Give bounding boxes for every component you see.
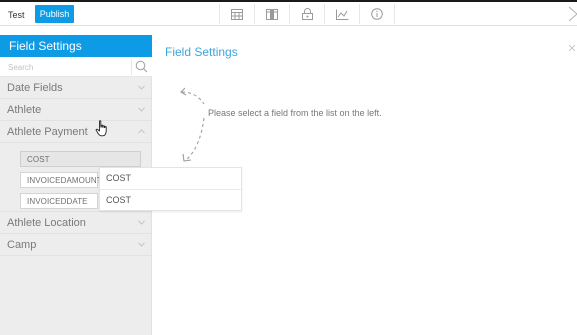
popup-item-cost-2[interactable]: COST <box>100 190 241 211</box>
toolbar-divider <box>394 4 395 24</box>
column-icon[interactable] <box>262 4 282 24</box>
toolbar-divider <box>219 4 220 24</box>
field-chip-label: INVOICEDDATE <box>27 197 88 206</box>
field-chip-invoicedamount[interactable]: INVOICEDAMOUNT <box>20 172 102 188</box>
toolbar-divider <box>324 4 325 24</box>
chevron-down-icon <box>138 242 145 247</box>
chart-icon[interactable] <box>332 4 352 24</box>
field-chip-cost[interactable]: COST <box>20 151 141 167</box>
search-input[interactable] <box>8 60 128 74</box>
toolbar-divider <box>359 4 360 24</box>
chevron-right-icon[interactable] <box>567 5 577 23</box>
lock-icon[interactable] <box>297 4 317 24</box>
field-chip-invoiceddate[interactable]: INVOICEDDATE <box>20 193 98 209</box>
curved-arrow-icon <box>180 87 205 162</box>
sidebar-title: Field Settings <box>0 35 152 57</box>
app-window: Test Publish Field Settings Search Date … <box>0 0 577 335</box>
table-icon[interactable] <box>227 4 247 24</box>
category-athlete-location[interactable]: Athlete Location <box>0 212 151 234</box>
field-dropdown-popup: COST COST <box>99 167 242 211</box>
category-athlete[interactable]: Athlete <box>0 99 151 121</box>
toolbar-icon-group <box>219 4 402 24</box>
toolbar-divider <box>254 4 255 24</box>
info-icon[interactable] <box>367 4 387 24</box>
chevron-down-icon <box>138 85 145 90</box>
chevron-up-icon <box>138 129 145 134</box>
field-chip-label: INVOICEDAMOUNT <box>27 176 102 185</box>
category-label: Athlete <box>7 104 42 116</box>
close-icon[interactable] <box>567 43 577 53</box>
category-label: Date Fields <box>7 82 63 94</box>
tab-publish[interactable]: Publish <box>35 5 74 23</box>
field-chip-label: COST <box>27 155 50 164</box>
popup-item-cost[interactable]: COST <box>100 168 241 189</box>
category-date-fields[interactable]: Date Fields <box>0 77 151 99</box>
chevron-down-icon <box>138 220 145 225</box>
search-icon[interactable] <box>135 60 148 73</box>
search-bar <box>0 57 152 77</box>
category-label: Athlete Payment <box>7 126 88 138</box>
tab-test[interactable]: Test <box>8 7 25 23</box>
hand-cursor-icon <box>95 120 109 137</box>
category-athlete-payment[interactable]: Athlete Payment <box>0 121 151 143</box>
toolbar-divider <box>289 4 290 24</box>
category-label: Camp <box>7 239 37 251</box>
chevron-down-icon <box>138 107 145 112</box>
empty-state-hint: Please select a field from the list on t… <box>208 108 382 118</box>
category-camp[interactable]: Camp <box>0 234 151 256</box>
page-title: Field Settings <box>165 45 238 59</box>
top-toolbar: Test Publish <box>0 0 577 26</box>
search-divider <box>131 59 132 75</box>
category-label: Athlete Location <box>7 217 86 229</box>
